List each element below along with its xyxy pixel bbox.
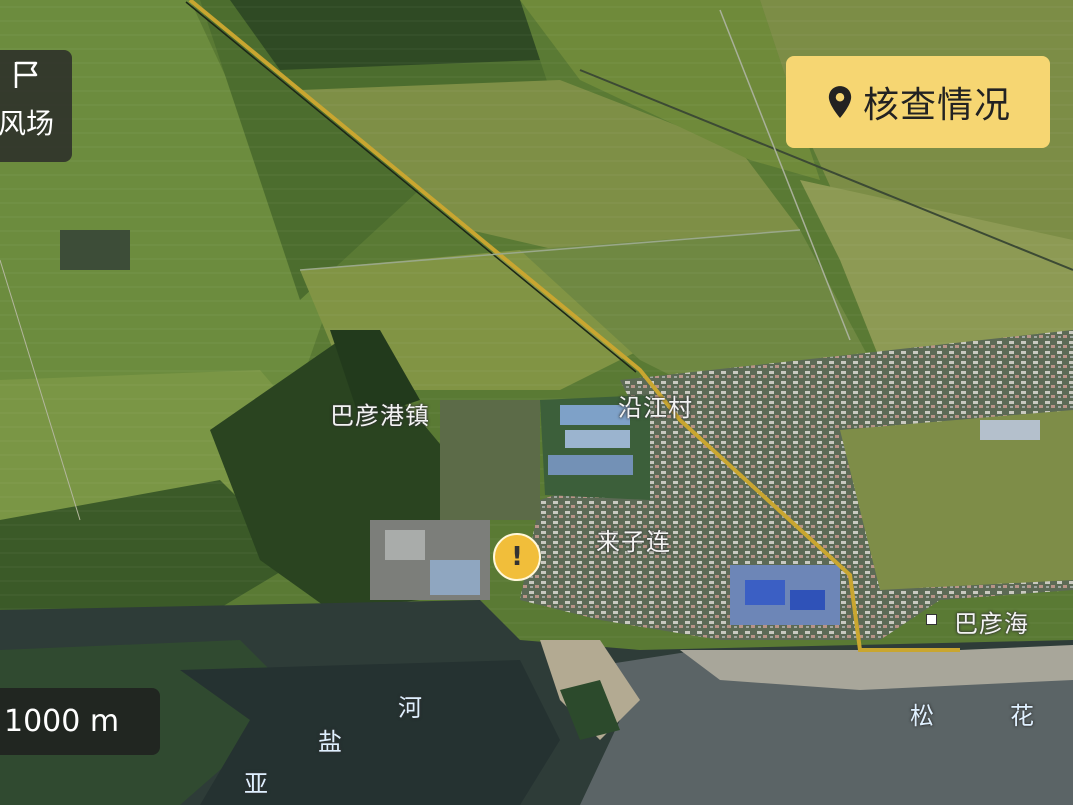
wind-farm-panel[interactable]: 风场 (0, 50, 72, 162)
flag-icon (14, 61, 38, 88)
map-label-ya: 亚 (244, 770, 269, 798)
map-label-he: 河 (398, 694, 423, 722)
map-label-hua: 花 (1010, 702, 1035, 730)
map-label-laizilian: 来子连 (596, 528, 671, 556)
alert-marker-icon[interactable]: ! (493, 533, 541, 581)
check-status-label: 核查情况 (862, 85, 1011, 126)
map-label-bayanhai: 巴彦海 (954, 610, 1029, 638)
scale-label: 1000 m (4, 704, 120, 739)
map-label-yanjiang: 沿江村 (618, 394, 693, 422)
map-label-yan: 盐 (318, 728, 343, 756)
alert-marker-symbol: ! (511, 542, 523, 572)
map-scale: 1000 m (0, 688, 160, 755)
location-pin-icon (828, 86, 852, 118)
map-label-song: 松 (910, 702, 935, 730)
map-label-bayangang: 巴彦港镇 (330, 402, 430, 430)
wind-farm-label: 风场 (0, 107, 55, 140)
check-status-button[interactable]: 核查情况 (786, 56, 1050, 148)
poi-marker-icon[interactable] (926, 614, 937, 625)
